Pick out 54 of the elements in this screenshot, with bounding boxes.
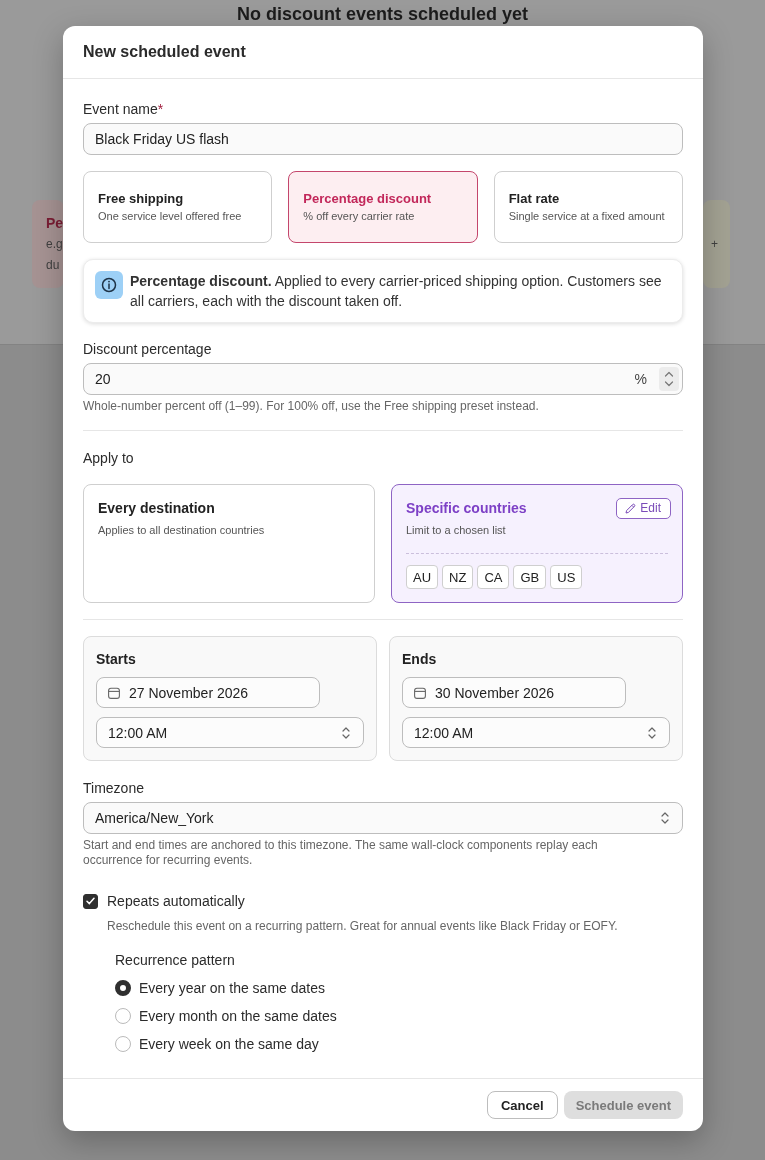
checkmark-icon	[86, 897, 95, 905]
field-label: Event name	[83, 101, 158, 117]
up-down-chevron-icon	[342, 726, 350, 739]
info-text: Percentage discount. Applied to every carrier-priced shipping option. Customers see all carriers, each with the discount taken off.	[130, 272, 663, 311]
time-select[interactable]: 12:00 AM	[402, 717, 670, 748]
card-text: +	[711, 237, 718, 251]
calendar-icon	[414, 686, 426, 699]
radio-button[interactable]	[115, 980, 131, 996]
field-label: Timezone	[83, 780, 144, 796]
stepper-arrows-icon[interactable]	[659, 367, 679, 391]
calendar-icon	[108, 686, 120, 699]
field-label: Discount percentage	[83, 341, 212, 357]
checkbox-description: Reschedule this event on a recurring pattern. Great for annual events like Black Friday or EOFY.	[107, 919, 618, 933]
cancel-button[interactable]: Cancel	[487, 1091, 558, 1119]
info-icon	[95, 271, 123, 299]
dialog-title: New scheduled event	[83, 43, 246, 61]
radio-button[interactable]	[115, 1036, 131, 1052]
edit-button[interactable]: Edit	[616, 497, 671, 519]
section-label: Apply to	[83, 450, 134, 466]
country-chip: NZ	[442, 565, 474, 589]
preset-option[interactable]: Free shipping One service level offered free	[83, 171, 273, 243]
empty-state-heading: No discount events scheduled yet	[235, 3, 530, 25]
field-hint: Whole-number percent off (1–99). For 100% off, use the Free shipping preset instead.	[83, 398, 540, 414]
card-text: e.g	[46, 237, 63, 251]
radio-label[interactable]: Every month on the same dates	[139, 1008, 337, 1024]
required-mark: *	[157, 101, 164, 117]
card-title: Pe	[46, 215, 64, 231]
panel-title: Starts	[96, 651, 136, 667]
preset-option[interactable]: Percentage discount % off every carrier rate	[288, 171, 478, 243]
up-down-chevron-icon	[648, 726, 656, 739]
time-select[interactable]: 12:00 AM	[96, 717, 364, 748]
date-field[interactable]: 27 November 2026	[96, 677, 320, 708]
timezone-select[interactable]: America/New_York	[83, 802, 683, 834]
radio-button[interactable]	[115, 1008, 131, 1024]
radio-label[interactable]: Every week on the same day	[139, 1036, 319, 1052]
country-chip: US	[550, 565, 583, 589]
event-name-field[interactable]: Black Friday US flash	[83, 123, 683, 155]
group-label: Recurrence pattern	[115, 952, 235, 968]
checkbox-label[interactable]: Repeats automatically	[107, 891, 245, 911]
checkbox[interactable]	[83, 893, 98, 909]
country-chip: GB	[513, 565, 547, 589]
country-chip: AU	[406, 565, 439, 589]
preset-option[interactable]: Flat rate Single service at a fixed amount	[493, 171, 683, 243]
discount-field[interactable]: 20 %	[83, 363, 683, 395]
up-down-chevron-icon	[661, 812, 669, 824]
pencil-icon	[625, 502, 637, 514]
date-field[interactable]: 30 November 2026	[402, 677, 626, 708]
field-hint: Start and end times are anchored to this timezone. The same wall-clock components replay each occurrence for recurring events.	[83, 838, 599, 868]
destination-option[interactable]: Every destination Applies to all destination countries	[83, 484, 375, 603]
country-chip: CA	[477, 565, 510, 589]
card-text: du	[46, 258, 60, 272]
destination-option[interactable]: Specific countries Edit Limit to a chosen list AU NZ CA GB US	[391, 484, 683, 603]
radio-label[interactable]: Every year on the same dates	[139, 980, 325, 996]
panel-title: Ends	[402, 651, 437, 667]
